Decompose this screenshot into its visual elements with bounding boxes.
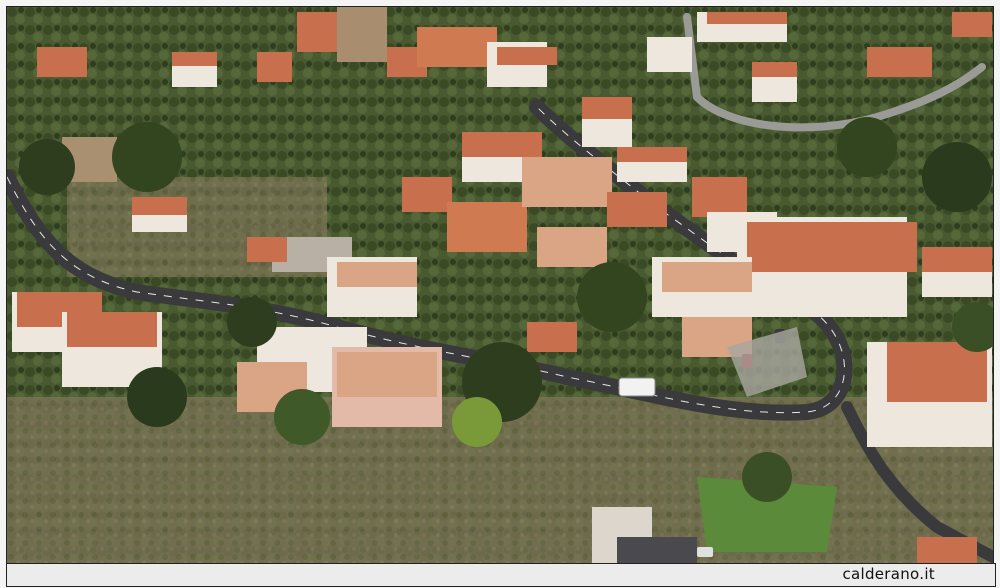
caption-bar: calderano.it <box>6 563 996 587</box>
image-frame: calderano.it <box>0 0 1000 588</box>
watermark-text: calderano.it <box>842 565 935 583</box>
village-aerial-view <box>7 7 993 563</box>
aerial-photo <box>6 6 994 564</box>
